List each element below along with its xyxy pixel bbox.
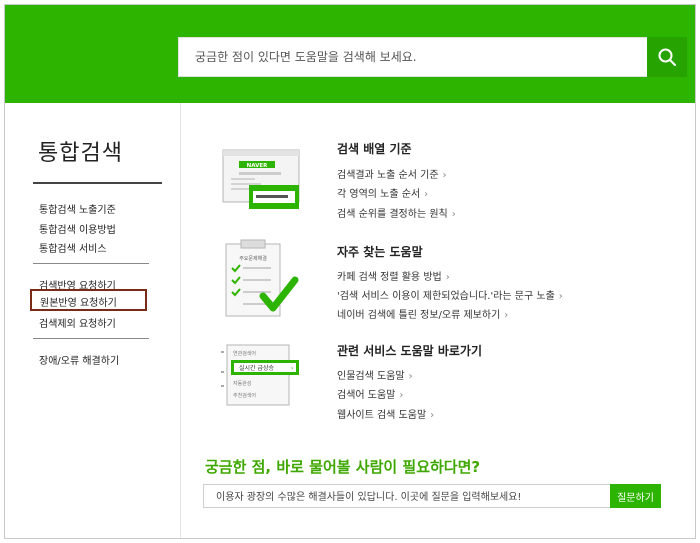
- link-cafe-sort[interactable]: 카페 검색 정렬 활용 방법 ›: [337, 268, 450, 283]
- search-icon: [658, 48, 676, 66]
- sidebar-item-how-to-use[interactable]: 통합검색 이용방법: [39, 221, 116, 236]
- link-area-exposure-order[interactable]: 각 영역의 노출 순서 ›: [337, 185, 428, 200]
- sidebar: 통합검색 통합검색 노출기준 통합검색 이용방법 통합검색 서비스 검색반영 요…: [5, 103, 181, 538]
- sidebar-title: 통합검색: [38, 141, 123, 166]
- sidebar-title-divider: [33, 182, 162, 184]
- section-title-faq: 자주 찾는 도움말: [337, 245, 423, 259]
- menu-item-autocomplete: 자동완성: [233, 380, 251, 387]
- search-input[interactable]: [179, 38, 649, 76]
- link-report-error[interactable]: 네이버 검색에 틀린 정보/오류 제보하기 ›: [337, 306, 508, 321]
- question-input[interactable]: [204, 486, 610, 509]
- ask-box: [203, 484, 611, 509]
- sidebar-item-request-original[interactable]: 원본반영 요청하기: [30, 289, 147, 311]
- chevron-right-icon: ›: [451, 209, 456, 220]
- clipboard-check-illustration: 주요문제해결: [225, 239, 299, 317]
- search-box: [178, 37, 649, 77]
- sidebar-divider: [33, 338, 149, 339]
- sidebar-divider: [33, 263, 149, 264]
- sidebar-item-request-exclusion[interactable]: 검색제외 요청하기: [39, 315, 116, 330]
- related-service-illustration: 연관검색어 실시간 급상승 › 자동완성 추천검색어: [221, 344, 299, 406]
- chevron-right-icon: ›: [445, 272, 450, 283]
- main-content: NAVER 검색 배열 기준 검색결과 노출 순서 기준 › 각 영역의 노출 순…: [181, 103, 695, 538]
- link-result-order-criteria[interactable]: 검색결과 노출 순서 기준 ›: [337, 166, 447, 181]
- header: [5, 5, 695, 103]
- link-website-search-help[interactable]: 웹사이트 검색 도움말 ›: [337, 406, 434, 421]
- chevron-right-icon: ›: [291, 365, 293, 372]
- chevron-right-icon: ›: [399, 390, 404, 401]
- ask-section-title: 궁금한 점, 바로 물어볼 사람이 필요하다면?: [205, 458, 481, 476]
- chevron-right-icon: ›: [424, 189, 429, 200]
- menu-item-related: 연관검색어: [233, 350, 256, 357]
- chevron-right-icon: ›: [408, 371, 413, 382]
- link-ranking-principles[interactable]: 검색 순위를 결정하는 원칙 ›: [337, 205, 456, 220]
- section-title-search-order: 검색 배열 기준: [337, 142, 412, 156]
- sidebar-item-services[interactable]: 통합검색 서비스: [39, 240, 107, 255]
- chevron-right-icon: ›: [442, 170, 447, 181]
- search-result-illustration: NAVER: [222, 149, 300, 209]
- sidebar-item-exposure-criteria[interactable]: 통합검색 노출기준: [39, 201, 116, 216]
- naver-brand-label: NAVER: [247, 163, 269, 169]
- ask-question-button[interactable]: 질문하기: [610, 484, 661, 508]
- chevron-right-icon: ›: [430, 410, 435, 421]
- clipboard-label: 주요문제해결: [239, 255, 267, 262]
- menu-item-trending: 실시간 급상승: [239, 364, 275, 372]
- link-service-restricted[interactable]: '검색 서비스 이용이 제한되었습니다.'라는 문구 노출 ›: [337, 287, 563, 302]
- section-title-related-services: 관련 서비스 도움말 바로가기: [337, 344, 483, 358]
- help-page: 통합검색 통합검색 노출기준 통합검색 이용방법 통합검색 서비스 검색반영 요…: [4, 4, 696, 539]
- link-people-search-help[interactable]: 인물검색 도움말 ›: [337, 367, 413, 382]
- search-button[interactable]: [647, 37, 687, 77]
- link-keyword-help[interactable]: 검색어 도움말 ›: [337, 386, 403, 401]
- sidebar-item-troubleshoot[interactable]: 장애/오류 해결하기: [39, 352, 119, 367]
- menu-item-recommended: 추천검색어: [233, 392, 256, 399]
- chevron-right-icon: ›: [504, 310, 509, 321]
- chevron-right-icon: ›: [558, 291, 563, 302]
